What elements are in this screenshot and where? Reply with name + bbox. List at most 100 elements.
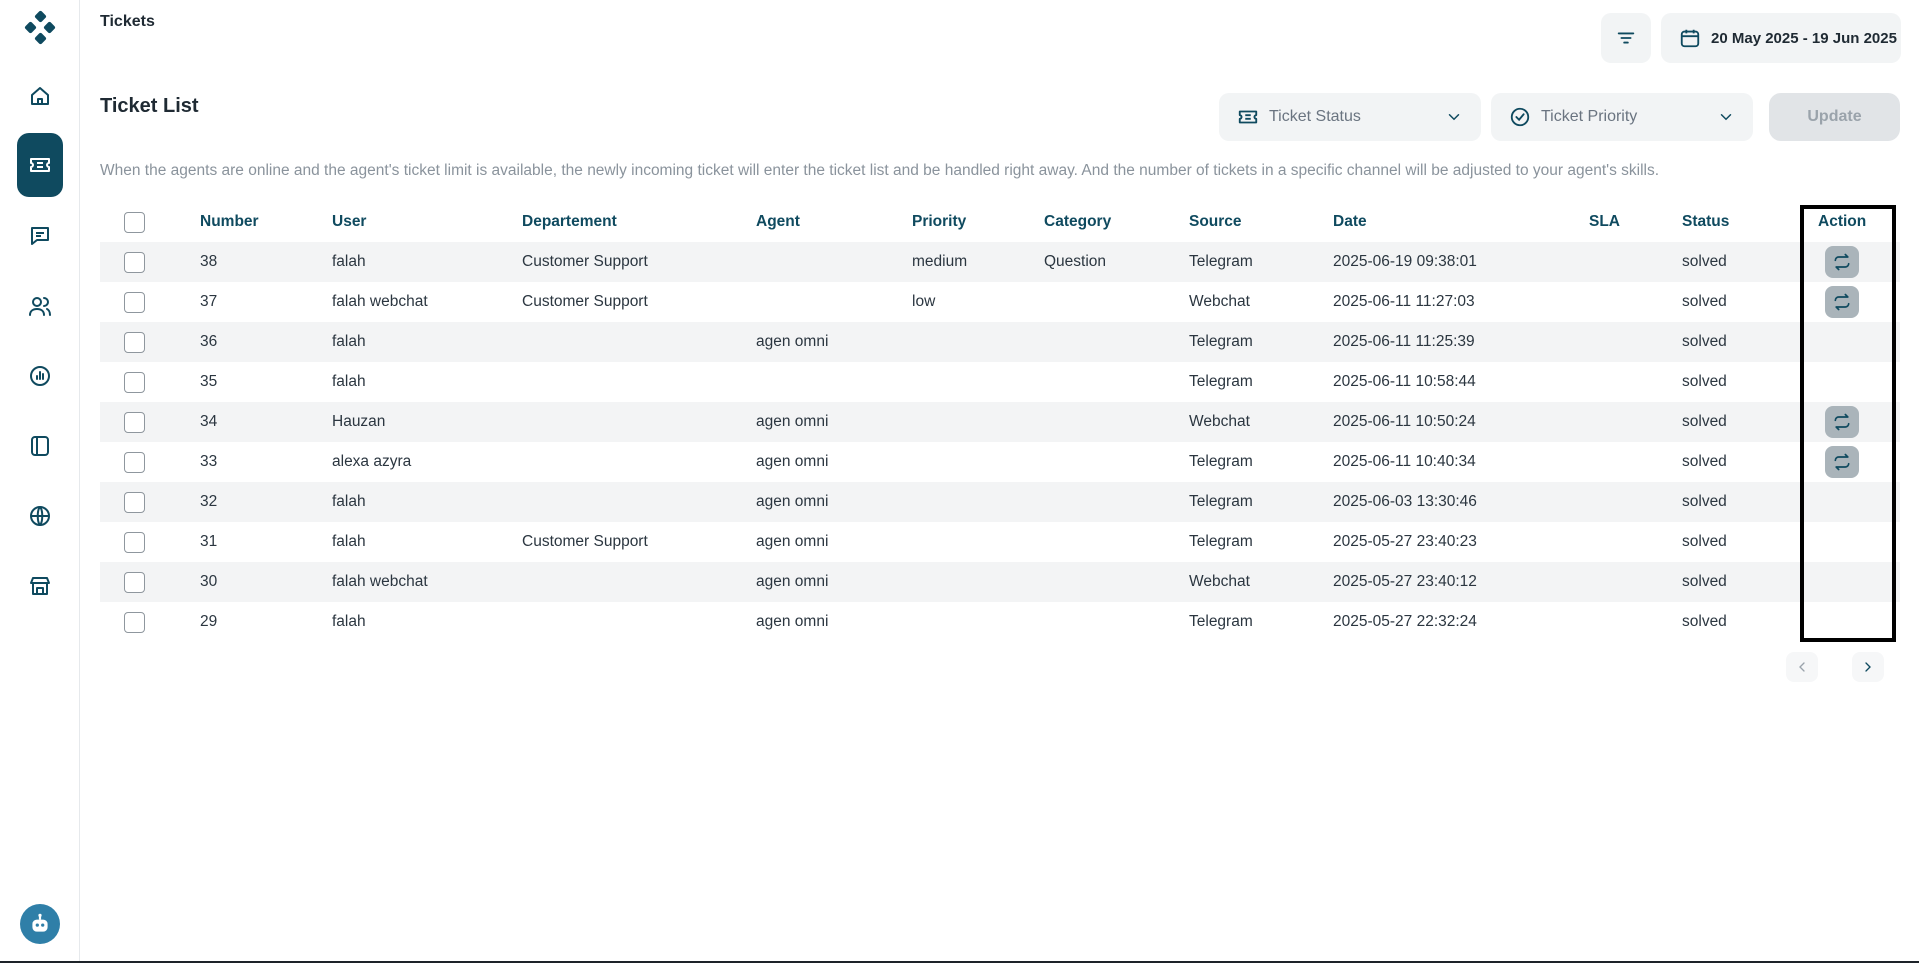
ticket-source: Webchat — [1189, 293, 1250, 310]
column-header-category[interactable]: Category — [1044, 202, 1111, 242]
sidebar-item-channels[interactable] — [17, 493, 63, 539]
previous-page-button[interactable] — [1786, 652, 1818, 682]
chevron-down-icon — [1720, 114, 1732, 121]
table-header: Number User Departement Agent Priority C… — [100, 202, 1900, 242]
users-icon — [29, 297, 51, 316]
ticket-user: falah webchat — [332, 293, 428, 310]
table-row[interactable]: 33 alexa azyra agen omni Telegram 2025-06-11… — [100, 442, 1900, 482]
column-header-status[interactable]: Status — [1682, 202, 1729, 242]
ticket-source: Telegram — [1189, 613, 1253, 630]
column-header-sla[interactable]: SLA — [1589, 202, 1620, 242]
ticket-status: solved — [1682, 293, 1727, 310]
table-row[interactable]: 37 falah webchat Customer Support low Webcha… — [100, 282, 1900, 322]
ticket-status-select[interactable]: Ticket Status — [1219, 93, 1481, 141]
home-icon — [31, 87, 49, 105]
ticket-date: 2025-06-11 11:27:03 — [1333, 293, 1475, 310]
chevron-left-icon — [1799, 662, 1805, 672]
ticket-source: Telegram — [1189, 533, 1253, 550]
ticket-source: Telegram — [1189, 373, 1253, 390]
column-header-date[interactable]: Date — [1333, 202, 1367, 242]
ticket-user: falah — [332, 253, 366, 270]
action-column-highlight — [1800, 205, 1896, 642]
table-body: 38 falah Customer Support medium Question Tel… — [100, 242, 1900, 642]
column-header-number[interactable]: Number — [200, 202, 259, 242]
book-icon — [31, 436, 49, 456]
sidebar-item-knowledge[interactable] — [17, 423, 63, 469]
store-icon — [30, 577, 50, 595]
sidebar-item-reports[interactable] — [17, 353, 63, 399]
table-row[interactable]: 36 falah agen omni Telegram 2025-06-11 11:25… — [100, 322, 1900, 362]
chevron-down-icon — [1448, 114, 1460, 121]
ticket-status: solved — [1682, 253, 1727, 270]
ticket-source: Telegram — [1189, 253, 1253, 270]
ticket-agent: agen omni — [756, 573, 829, 590]
row-checkbox[interactable] — [124, 332, 145, 353]
table-row[interactable]: 29 falah agen omni Telegram 2025-05-27 22:32… — [100, 602, 1900, 642]
row-checkbox[interactable] — [124, 412, 145, 433]
bot-avatar[interactable] — [20, 904, 60, 944]
ticket-status-placeholder: Ticket Status — [1269, 108, 1361, 125]
ticket-date: 2025-05-27 23:40:23 — [1333, 533, 1477, 550]
sidebar-item-tickets[interactable] — [17, 133, 63, 197]
ticket-table: Number User Departement Agent Priority C… — [100, 202, 1900, 642]
ticket-source: Webchat — [1189, 413, 1250, 430]
column-header-agent[interactable]: Agent — [756, 202, 800, 242]
ticket-icon — [30, 158, 50, 172]
update-button[interactable]: Update — [1769, 93, 1900, 141]
date-range-label: 20 May 2025 - 19 Jun 2025 — [1711, 29, 1897, 47]
sidebar-item-users[interactable] — [17, 283, 63, 329]
ticket-number: 35 — [200, 373, 218, 390]
sidebar-item-chat[interactable] — [17, 213, 63, 259]
row-checkbox[interactable] — [124, 532, 145, 553]
table-row[interactable]: 30 falah webchat agen omni Webchat 2025-05-2… — [100, 562, 1900, 602]
ticket-date: 2025-06-19 09:38:01 — [1333, 253, 1477, 270]
ticket-date: 2025-05-27 23:40:12 — [1333, 573, 1477, 590]
report-icon — [30, 366, 50, 386]
table-row[interactable]: 38 falah Customer Support medium Question Tel… — [100, 242, 1900, 282]
column-header-priority[interactable]: Priority — [912, 202, 966, 242]
row-checkbox[interactable] — [124, 252, 145, 273]
select-all-checkbox[interactable] — [124, 212, 145, 233]
ticket-date: 2025-06-11 11:25:39 — [1333, 333, 1475, 350]
column-header-department[interactable]: Departement — [522, 202, 617, 242]
chat-icon — [31, 227, 49, 245]
ticket-number: 33 — [200, 453, 218, 470]
row-checkbox[interactable] — [124, 572, 145, 593]
ticket-number: 37 — [200, 293, 218, 310]
ticket-number: 36 — [200, 333, 218, 350]
ticket-number: 31 — [200, 533, 218, 550]
date-range-picker[interactable]: 20 May 2025 - 19 Jun 2025 — [1661, 13, 1901, 63]
ticket-number: 30 — [200, 573, 218, 590]
column-header-user[interactable]: User — [332, 202, 366, 242]
app-logo[interactable] — [22, 10, 58, 46]
row-checkbox[interactable] — [124, 612, 145, 633]
ticket-category: Question — [1044, 253, 1107, 270]
row-checkbox[interactable] — [124, 292, 145, 313]
ticket-source: Telegram — [1189, 493, 1253, 510]
ticket-date: 2025-06-11 10:50:24 — [1333, 413, 1476, 430]
ticket-date: 2025-06-11 10:40:34 — [1333, 453, 1476, 470]
ticket-source: Webchat — [1189, 573, 1250, 590]
ticket-user: falah — [332, 613, 366, 630]
filter-button[interactable] — [1601, 13, 1651, 63]
table-row[interactable]: 35 falah Telegram 2025-06-11 10:58:44 solved — [100, 362, 1900, 402]
row-checkbox[interactable] — [124, 372, 145, 393]
ticket-agent: agen omni — [756, 333, 829, 350]
sidebar-item-home[interactable] — [17, 73, 63, 119]
next-page-button[interactable] — [1852, 652, 1884, 682]
ticket-date: 2025-06-11 10:58:44 — [1333, 373, 1476, 390]
table-row[interactable]: 34 Hauzan agen omni Webchat 2025-06-11 10:50… — [100, 402, 1900, 442]
sidebar-item-store[interactable] — [17, 563, 63, 609]
column-header-source[interactable]: Source — [1189, 202, 1242, 242]
ticket-priority: medium — [912, 253, 968, 270]
ticket-status: solved — [1682, 493, 1727, 510]
table-row[interactable]: 32 falah agen omni Telegram 2025-06-03 13:30… — [100, 482, 1900, 522]
ticket-status: solved — [1682, 373, 1727, 390]
ticket-status: solved — [1682, 613, 1727, 630]
ticket-priority-select[interactable]: Ticket Priority — [1491, 93, 1753, 141]
ticket-agent: agen omni — [756, 493, 829, 510]
table-row[interactable]: 31 falah Customer Support agen omni Telegram… — [100, 522, 1900, 562]
row-checkbox[interactable] — [124, 452, 145, 473]
ticket-status: solved — [1682, 453, 1727, 470]
row-checkbox[interactable] — [124, 492, 145, 513]
